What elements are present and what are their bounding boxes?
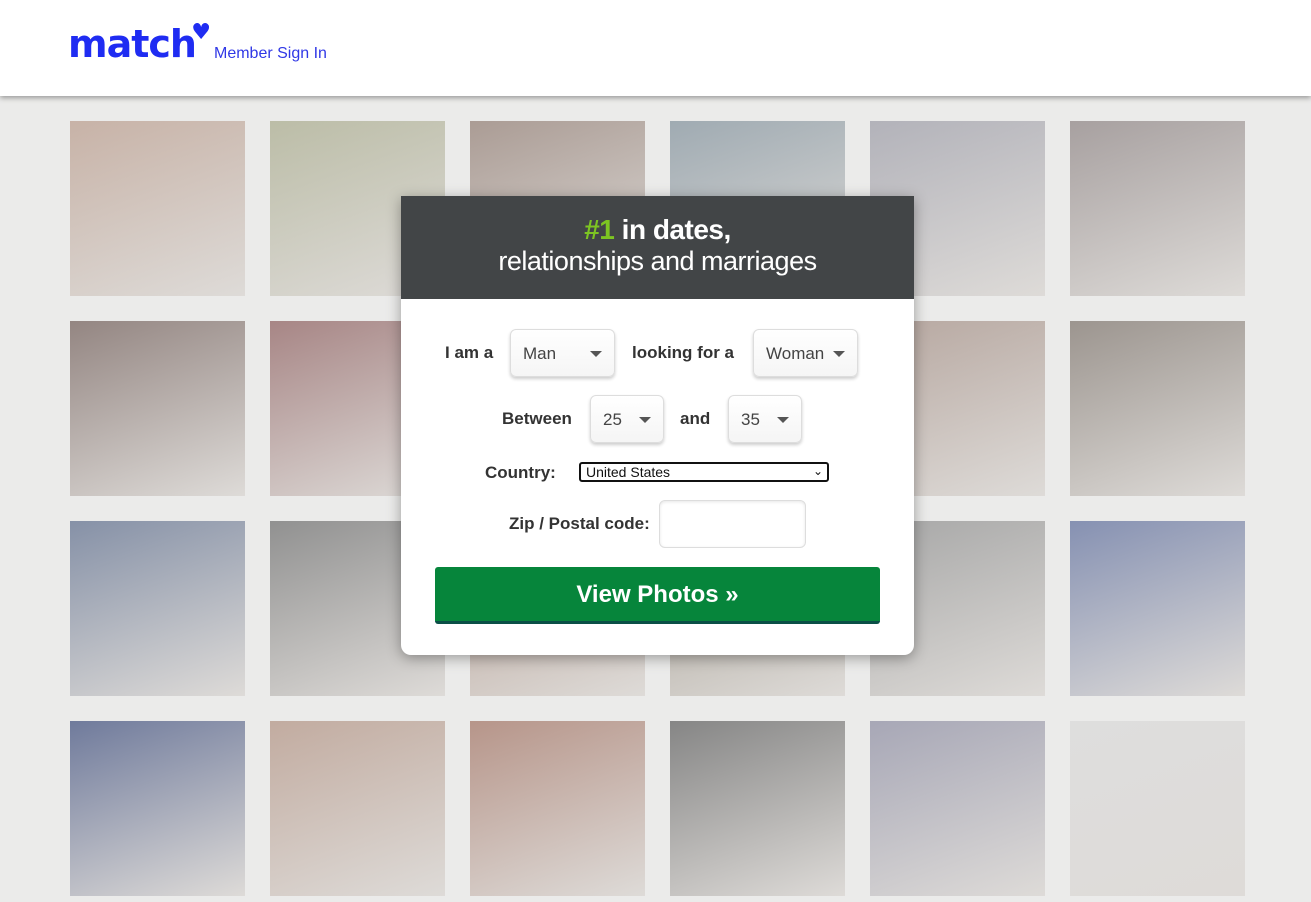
headline-rank: #1 xyxy=(584,214,615,245)
country-label: Country: xyxy=(485,463,556,482)
seeking-value: Woman xyxy=(766,344,825,363)
between-label: Between xyxy=(502,409,572,428)
header: match ♥ Member Sign In xyxy=(0,0,1311,96)
chevron-down-icon: ⌄ xyxy=(812,464,823,478)
age-min-value: 25 xyxy=(603,410,622,429)
zip-label: Zip / Postal code: xyxy=(509,514,650,533)
profile-photo[interactable] xyxy=(70,121,245,296)
looking-for-label: looking for a xyxy=(632,343,734,362)
profile-photo[interactable] xyxy=(470,721,645,896)
signup-modal: #1 in dates, relationships and marriages… xyxy=(401,196,914,655)
headline: #1 in dates, xyxy=(401,214,914,246)
seeking-select[interactable]: Woman xyxy=(753,329,858,377)
match-logo[interactable]: match ♥ xyxy=(68,20,211,66)
profile-photo[interactable] xyxy=(1070,521,1245,696)
gender-select[interactable]: Man xyxy=(510,329,615,377)
profile-photo[interactable] xyxy=(1070,321,1245,496)
view-photos-button[interactable]: View Photos » xyxy=(435,567,880,624)
i-am-label: I am a xyxy=(445,343,494,362)
profile-photo[interactable] xyxy=(870,721,1045,896)
modal-header: #1 in dates, relationships and marriages xyxy=(401,196,914,299)
profile-photo[interactable] xyxy=(70,721,245,896)
age-max-value: 35 xyxy=(741,410,760,429)
profile-photo[interactable] xyxy=(270,721,445,896)
zip-input[interactable] xyxy=(659,500,806,548)
age-max-select[interactable]: 35 xyxy=(728,395,802,443)
profile-photo[interactable] xyxy=(70,321,245,496)
heart-icon: ♥ xyxy=(191,20,211,45)
logo-text: match xyxy=(68,22,197,66)
subheadline: relationships and marriages xyxy=(498,246,817,276)
country-value: United States xyxy=(586,464,671,480)
profile-photo[interactable] xyxy=(1070,721,1245,896)
headline-text: in dates, xyxy=(614,214,732,245)
age-min-select[interactable]: 25 xyxy=(590,395,664,443)
country-select[interactable]: United States ⌄ xyxy=(579,462,829,482)
caret-down-icon xyxy=(777,417,789,423)
caret-down-icon xyxy=(833,351,845,357)
member-sign-in-link[interactable]: Member Sign In xyxy=(214,45,327,63)
caret-down-icon xyxy=(639,417,651,423)
and-label: and xyxy=(680,409,711,428)
gender-value: Man xyxy=(523,344,557,363)
profile-photo[interactable] xyxy=(70,521,245,696)
caret-down-icon xyxy=(590,351,602,357)
profile-photo[interactable] xyxy=(1070,121,1245,296)
profile-photo[interactable] xyxy=(670,721,845,896)
